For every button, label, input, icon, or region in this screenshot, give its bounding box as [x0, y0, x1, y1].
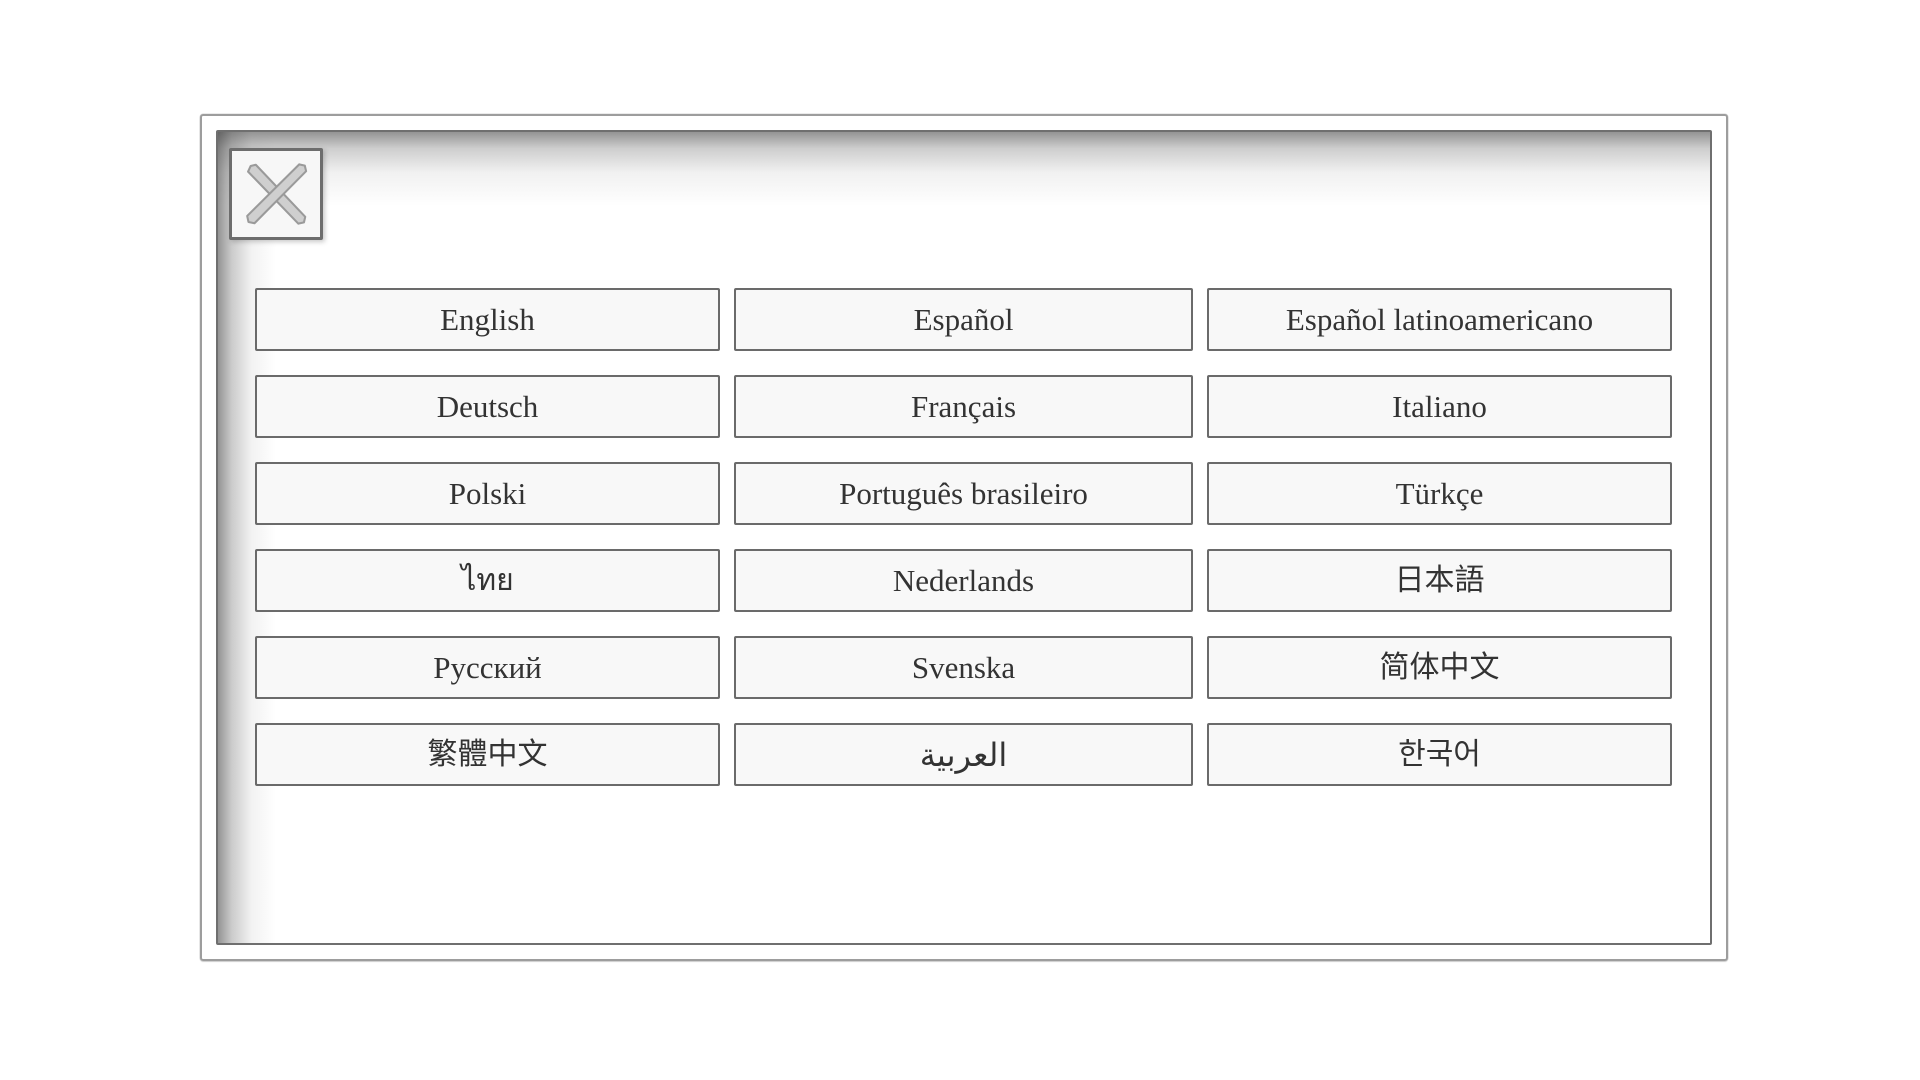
language-button-label: Русский	[433, 650, 542, 685]
language-button-svenska[interactable]: Svenska	[734, 636, 1193, 699]
language-button-russian[interactable]: Русский	[255, 636, 720, 699]
language-button-label: Español	[913, 302, 1014, 337]
language-button-label: Svenska	[911, 650, 1016, 685]
language-button-korean[interactable]: 한국어	[1207, 723, 1672, 786]
language-button-label: Türkçe	[1395, 476, 1484, 511]
close-button[interactable]	[229, 148, 323, 240]
language-button-label: 简体中文	[1379, 649, 1500, 685]
language-button-label: Português brasileiro	[839, 476, 1088, 511]
language-button-francais[interactable]: Français	[734, 375, 1193, 438]
window-content-area: English Español Español latinoamericano …	[216, 130, 1712, 945]
language-button-arabic[interactable]: العربية	[734, 723, 1193, 786]
language-button-deutsch[interactable]: Deutsch	[255, 375, 720, 438]
language-button-simplified-chinese[interactable]: 简体中文	[1207, 636, 1672, 699]
language-button-traditional-chinese[interactable]: 繁體中文	[255, 723, 720, 786]
language-button-label: 繁體中文	[427, 736, 548, 772]
close-x-icon	[246, 163, 308, 225]
language-button-label: English	[440, 302, 535, 337]
language-button-label: العربية	[919, 735, 1008, 774]
language-button-espanol[interactable]: Español	[734, 288, 1193, 351]
language-grid: English Español Español latinoamericano …	[255, 288, 1672, 786]
language-button-portugues-brasileiro[interactable]: Português brasileiro	[734, 462, 1193, 525]
language-button-label: Nederlands	[892, 563, 1035, 598]
language-button-thai[interactable]: ไทย	[255, 549, 720, 612]
language-button-espanol-latinoamericano[interactable]: Español latinoamericano	[1207, 288, 1672, 351]
language-button-polski[interactable]: Polski	[255, 462, 720, 525]
language-button-label: Italiano	[1392, 389, 1487, 424]
language-button-label: Français	[910, 389, 1017, 424]
language-select-window: English Español Español latinoamericano …	[200, 114, 1728, 961]
language-button-english[interactable]: English	[255, 288, 720, 351]
language-button-label: Deutsch	[436, 389, 539, 424]
window-inner-shadow-top	[218, 132, 1710, 206]
language-button-nederlands[interactable]: Nederlands	[734, 549, 1193, 612]
language-button-label: Español latinoamericano	[1285, 302, 1594, 337]
language-button-turkce[interactable]: Türkçe	[1207, 462, 1672, 525]
language-button-label: 日本語	[1394, 562, 1485, 598]
language-button-label: ไทย	[461, 562, 514, 598]
language-button-label: 한국어	[1398, 736, 1481, 772]
language-button-label: Polski	[448, 476, 527, 511]
language-button-japanese[interactable]: 日本語	[1207, 549, 1672, 612]
language-button-italiano[interactable]: Italiano	[1207, 375, 1672, 438]
